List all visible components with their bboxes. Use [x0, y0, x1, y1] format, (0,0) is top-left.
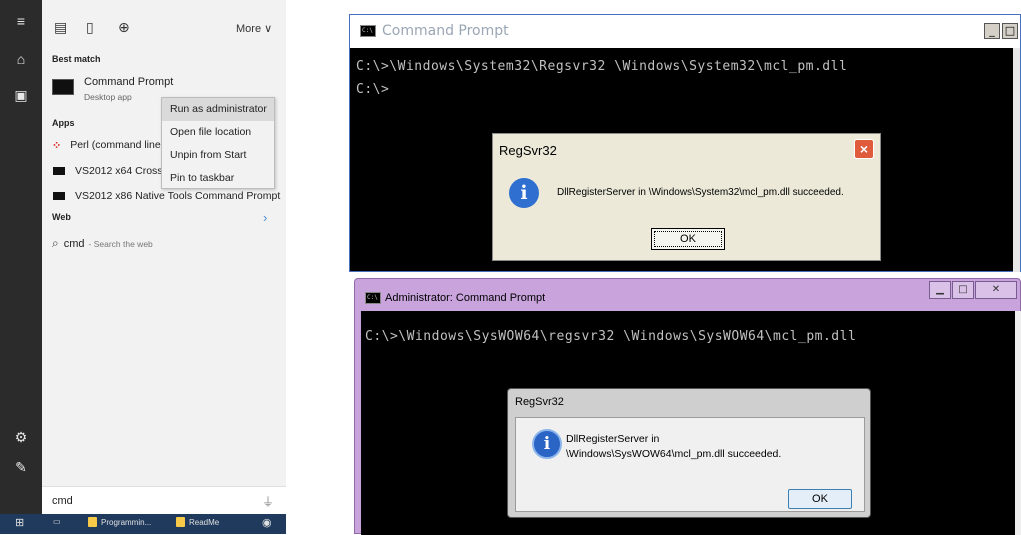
minimize-button[interactable]: _ [984, 23, 1000, 39]
taskbar-item-programming[interactable]: Programmin... [88, 517, 151, 527]
console-app-icon [53, 167, 65, 175]
title-bar[interactable]: C:\ Command Prompt _ □ [350, 15, 1020, 48]
close-button[interactable]: × [854, 139, 874, 159]
pin-to-taskbar-item[interactable]: Pin to taskbar [162, 167, 274, 190]
dialog-message-line: DllRegisterServer in [566, 433, 660, 445]
taskbar: ⊞ ▭ Programmin... ReadMe ◉ [0, 514, 286, 534]
app-item-label: VS2012 x64 Cross T [75, 165, 172, 177]
console-line: C:\>\Windows\SysWOW64\regsvr32 \Windows\… [365, 329, 857, 344]
home-icon[interactable]: ⌂ [0, 44, 42, 74]
folder-icon [88, 517, 97, 527]
perl-icon: ⁘ [52, 139, 62, 152]
web-search-suggestion[interactable]: ⌕ cmd - Search the web [52, 236, 153, 251]
regsvr32-dialog: RegSvr32 i DllRegisterServer in \Windows… [507, 388, 871, 518]
info-icon: i [509, 178, 539, 208]
maximize-button[interactable]: □ [952, 281, 974, 299]
console-icon: C:\ [365, 292, 381, 304]
minimize-button[interactable]: ▁ [929, 281, 951, 299]
dialog-message: DllRegisterServer in \Windows\SysWOW64\m… [566, 432, 781, 462]
more-filters-button[interactable]: More ∨ [236, 22, 272, 35]
web-filter-icon[interactable]: ⊕ [118, 20, 130, 36]
console-line: C:\>\Windows\System32\Regsvr32 \Windows\… [356, 59, 848, 74]
feedback-icon[interactable]: ✎ [0, 452, 42, 482]
best-match-heading: Best match [52, 54, 101, 64]
best-match-subtitle: Desktop app [84, 92, 132, 102]
documents-filter-icon[interactable]: ▯ [86, 20, 94, 36]
window-title: Administrator: Command Prompt [385, 292, 546, 304]
regsvr32-dialog: RegSvr32 × i DllRegisterServer in \Windo… [492, 133, 881, 261]
console-icon: C:\ [360, 25, 376, 37]
taskbar-item-label: Programmin... [101, 517, 152, 527]
console-line: C:\> [356, 82, 390, 97]
windows-start-icon[interactable]: ⊞ [15, 516, 24, 529]
apps-heading: Apps [52, 118, 75, 128]
dialog-message: DllRegisterServer in \Windows\System32\m… [557, 187, 844, 198]
command-prompt-icon [52, 79, 74, 95]
dialog-message-line: \Windows\SysWOW64\mcl_pm.dll succeeded. [566, 448, 782, 460]
hamburger-menu-icon[interactable]: ≡ [0, 6, 42, 36]
web-heading: Web [52, 212, 71, 222]
dialog-title: RegSvr32 [515, 396, 564, 408]
microphone-icon[interactable]: ⏚ [262, 493, 274, 510]
documents-icon[interactable]: ▣ [0, 80, 42, 110]
run-as-administrator-item[interactable]: Run as administrator [162, 98, 274, 121]
settings-gear-icon[interactable]: ⚙ [0, 422, 42, 452]
start-rail: ≡ ⌂ ▣ ⚙ ✎ [0, 0, 42, 534]
context-menu: Run as administrator Open file location … [161, 97, 275, 189]
info-icon: i [532, 429, 562, 459]
ok-button[interactable]: OK [651, 228, 725, 250]
search-box[interactable]: cmd ⏚ [42, 486, 286, 514]
maximize-button[interactable]: □ [1002, 23, 1018, 39]
open-file-location-item[interactable]: Open file location [162, 121, 274, 144]
dialog-title-bar[interactable]: RegSvr32 × [493, 134, 880, 167]
start-search-panel: ▤ ▯ ⊕ More ∨ Best match Command Prompt D… [42, 0, 286, 534]
web-query-suffix: - Search the web [88, 238, 153, 249]
globe-app-icon[interactable]: ◉ [262, 516, 272, 529]
window-title: Command Prompt [382, 23, 509, 39]
best-match-title[interactable]: Command Prompt [84, 76, 173, 88]
web-query: cmd [63, 237, 85, 250]
unpin-from-start-item[interactable]: Unpin from Start [162, 144, 274, 167]
app-item-label: VS2012 x86 Native Tools Command Prompt [75, 190, 281, 202]
scrollbar[interactable] [1013, 48, 1020, 272]
apps-filter-icon[interactable]: ▤ [54, 20, 67, 36]
close-button[interactable]: ✕ [975, 281, 1017, 299]
taskbar-item-readme[interactable]: ReadMe [176, 517, 219, 527]
task-view-icon[interactable]: ▭ [53, 517, 61, 526]
search-input[interactable]: cmd [52, 495, 73, 507]
dialog-title: RegSvr32 [499, 143, 557, 158]
folder-icon [176, 517, 185, 527]
chevron-right-icon[interactable]: › [263, 210, 267, 225]
ok-button[interactable]: OK [788, 489, 852, 509]
search-icon: ⌕ [52, 236, 59, 250]
taskbar-item-label: ReadMe [189, 517, 220, 527]
app-item-label: Perl (command line [70, 139, 161, 151]
console-app-icon [53, 192, 65, 200]
scrollbar[interactable] [1015, 311, 1021, 535]
